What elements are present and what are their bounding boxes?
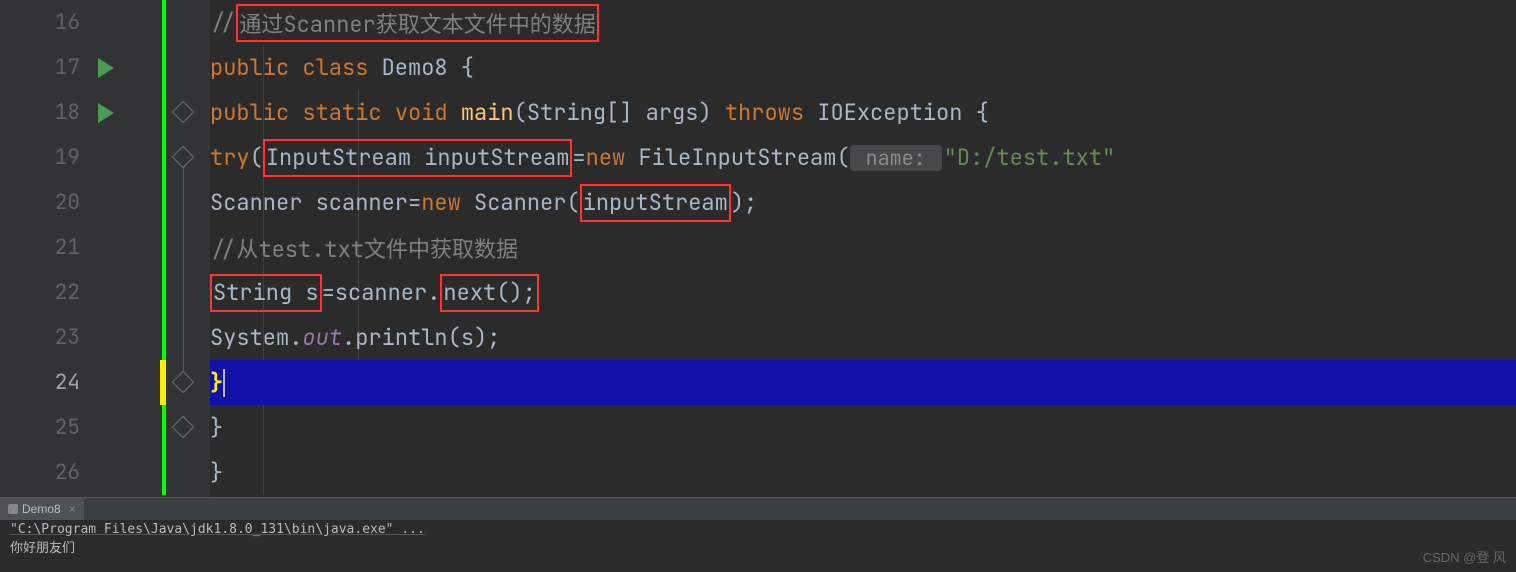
code-text: try [210, 143, 250, 172]
console-output[interactable]: "C:\Program Files\Java\jdk1.8.0_131\bin\… [0, 520, 1516, 572]
code-text: Scanner scanner= [210, 188, 421, 217]
code-text: static [289, 98, 395, 127]
gutter-row[interactable]: 24 [0, 360, 210, 405]
line-number: 26 [20, 459, 90, 486]
code-text: new [421, 188, 474, 217]
code-text: InputStream inputStream [266, 143, 570, 172]
line-number: 18 [20, 99, 90, 126]
code-line[interactable]: //从test.txt文件中获取数据 [210, 225, 1516, 270]
code-text: } [210, 413, 223, 442]
code-text: IOException { [804, 98, 989, 127]
highlight-box: next(); [440, 274, 538, 312]
gutter-row[interactable]: 22 [0, 270, 210, 315]
code-text: Demo8 { [382, 53, 474, 82]
gutter-row[interactable]: 25 [0, 405, 210, 450]
highlight-box: InputStream inputStream [263, 139, 573, 177]
code-text: } [210, 458, 223, 487]
code-text: throws [725, 98, 804, 127]
line-number: 20 [20, 189, 90, 216]
editor-area: 16 17 18 19 20 [0, 0, 1516, 497]
code-text: next(); [443, 278, 535, 307]
gutter: 16 17 18 19 20 [0, 0, 210, 497]
run-config-icon [8, 504, 18, 514]
code-line[interactable]: public static void main(String[] args) t… [210, 90, 1516, 135]
run-panel: Demo8 × "C:\Program Files\Java\jdk1.8.0_… [0, 497, 1516, 572]
run-gutter-icon[interactable] [98, 58, 114, 78]
code-text: =scanner. [322, 278, 441, 307]
code-text: String s [213, 278, 319, 307]
console-exec-line: "C:\Program Files\Java\jdk1.8.0_131\bin\… [10, 522, 1506, 537]
line-number: 16 [20, 9, 90, 36]
code-text: "D:/test.txt" [944, 143, 1116, 172]
gutter-row[interactable]: 16 [0, 0, 210, 45]
fold-icon[interactable] [172, 371, 195, 394]
highlight-box: 通过Scanner获取文本文件中的数据 [236, 4, 598, 42]
line-number: 21 [20, 234, 90, 261]
gutter-row[interactable]: 19 [0, 135, 210, 180]
code-text: .println(s); [342, 323, 500, 352]
gutter-row[interactable]: 17 [0, 45, 210, 90]
caret-icon [223, 369, 225, 397]
code-text: ( [250, 143, 263, 172]
fold-icon[interactable] [172, 101, 195, 124]
code-line[interactable]: } [210, 405, 1516, 450]
code-line[interactable]: } [210, 450, 1516, 495]
parameter-hint: name: [850, 145, 942, 171]
code-line[interactable]: System.out.println(s); [210, 315, 1516, 360]
code-text: public [210, 98, 289, 127]
fold-icon[interactable] [172, 416, 195, 439]
code-text: new [586, 143, 639, 172]
code-text: main [461, 98, 514, 127]
line-number: 25 [20, 414, 90, 441]
code-line[interactable]: //通过Scanner获取文本文件中的数据 [210, 0, 1516, 45]
code-text: 通过Scanner获取文本文件中的数据 [239, 7, 595, 39]
code-text: System. [210, 323, 302, 352]
code-text: inputStream [583, 188, 728, 217]
run-gutter-icon[interactable] [98, 103, 114, 123]
gutter-row[interactable]: 21 [0, 225, 210, 270]
gutter-row[interactable]: 18 [0, 90, 210, 135]
run-tab-label: Demo8 [22, 502, 61, 516]
code-line[interactable]: try(InputStream inputStream=new FileInpu… [210, 135, 1516, 180]
code-area[interactable]: //通过Scanner获取文本文件中的数据 public class Demo8… [210, 0, 1516, 497]
code-text: = [572, 143, 585, 172]
code-line[interactable]: public class Demo8 { [210, 45, 1516, 90]
close-icon[interactable]: × [69, 502, 76, 516]
fold-icon[interactable] [172, 146, 195, 169]
gutter-row[interactable]: 26 [0, 450, 210, 495]
code-line[interactable]: Scanner scanner=new Scanner(inputStream)… [210, 180, 1516, 225]
code-text: out [302, 323, 342, 352]
code-text: Scanner( [474, 188, 580, 217]
code-text: } [210, 368, 223, 397]
gutter-row[interactable]: 23 [0, 315, 210, 360]
highlight-box: inputStream [580, 184, 731, 222]
code-text: class [289, 53, 381, 82]
run-tab[interactable]: Demo8 × [0, 498, 84, 520]
line-number: 19 [20, 144, 90, 171]
code-line-current[interactable]: } [210, 360, 1516, 405]
code-text: void [395, 98, 461, 127]
code-text: public [210, 53, 289, 82]
code-text: //从test.txt文件中获取数据 [210, 232, 518, 264]
watermark: CSDN @登 风 [1423, 547, 1506, 566]
line-number: 17 [20, 54, 90, 81]
code-text: (String[] args) [514, 98, 725, 127]
code-line[interactable]: String s=scanner.next(); [210, 270, 1516, 315]
gutter-row[interactable]: 20 [0, 180, 210, 225]
code-text: // [210, 8, 236, 37]
line-number: 24 [20, 369, 90, 396]
run-tabs: Demo8 × [0, 498, 1516, 520]
code-text: FileInputStream( [638, 143, 849, 172]
line-number: 22 [20, 279, 90, 306]
code-text: ); [731, 188, 757, 217]
console-stdout-line: 你好朋友们 [10, 537, 1506, 556]
highlight-box: String s [210, 274, 322, 312]
line-number: 23 [20, 324, 90, 351]
